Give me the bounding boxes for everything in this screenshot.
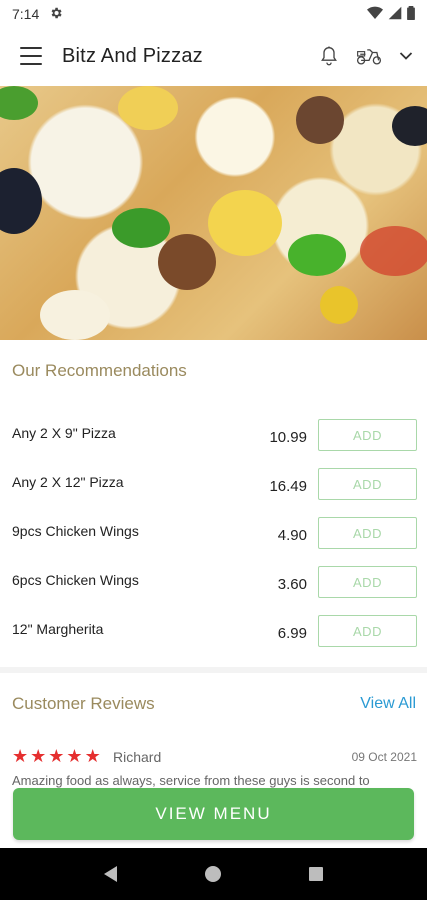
battery-icon: [407, 5, 415, 23]
star-icon: ★: [66, 746, 83, 766]
item-price: 10.99: [269, 429, 307, 446]
star-rating: ★ ★ ★ ★ ★: [12, 747, 101, 765]
item-price: 3.60: [277, 576, 307, 593]
add-button[interactable]: ADD: [318, 566, 417, 598]
section-divider: [0, 667, 427, 673]
add-button[interactable]: ADD: [318, 468, 417, 500]
view-all-link[interactable]: View All: [360, 695, 416, 713]
status-bar: 7:14: [0, 0, 427, 28]
back-icon[interactable]: [103, 865, 119, 883]
list-item: Any 2 X 9" Pizza 10.99 ADD: [0, 419, 427, 453]
home-icon[interactable]: [204, 865, 222, 883]
view-menu-button[interactable]: VIEW MENU: [13, 788, 414, 840]
reviews-title: Customer Reviews: [12, 694, 155, 713]
notification-bell-icon[interactable]: [319, 45, 339, 67]
delivery-scooter-icon[interactable]: [355, 46, 383, 66]
review-text: Amazing food as always, service from the…: [12, 773, 370, 788]
star-icon: ★: [12, 746, 29, 766]
add-button[interactable]: ADD: [318, 615, 417, 647]
list-item: 9pcs Chicken Wings 4.90 ADD: [0, 517, 427, 551]
hamburger-menu-icon[interactable]: [20, 47, 42, 65]
signal-icon: [388, 6, 402, 23]
recents-icon[interactable]: [308, 866, 324, 882]
item-name: Any 2 X 9" Pizza: [12, 425, 116, 441]
list-item: Any 2 X 12" Pizza 16.49 ADD: [0, 468, 427, 502]
reviewer-name: Richard: [113, 749, 162, 765]
star-icon: ★: [30, 746, 47, 766]
settings-icon: [49, 6, 63, 23]
app-bar: Bitz And Pizzaz: [0, 28, 427, 84]
recommendations-title: Our Recommendations: [12, 361, 187, 380]
list-item: 6pcs Chicken Wings 3.60 ADD: [0, 566, 427, 600]
pizza-hero-image: [0, 86, 427, 340]
item-name: 12" Margherita: [12, 621, 104, 637]
star-icon: ★: [84, 746, 101, 766]
item-price: 16.49: [269, 478, 307, 495]
list-item: 12" Margherita 6.99 ADD: [0, 615, 427, 649]
item-name: Any 2 X 12" Pizza: [12, 474, 124, 490]
item-price: 6.99: [277, 625, 307, 642]
chevron-down-icon[interactable]: [399, 51, 413, 61]
review-header: ★ ★ ★ ★ ★ Richard 09 Oct 2021: [12, 747, 417, 767]
review-date: 09 Oct 2021: [351, 750, 417, 764]
page-title: Bitz And Pizzaz: [62, 44, 203, 67]
star-icon: ★: [48, 746, 65, 766]
add-button[interactable]: ADD: [318, 517, 417, 549]
system-nav-bar: [0, 848, 427, 900]
status-time: 7:14: [12, 6, 40, 22]
item-name: 6pcs Chicken Wings: [12, 572, 139, 588]
add-button[interactable]: ADD: [318, 419, 417, 451]
wifi-icon: [367, 6, 383, 23]
item-price: 4.90: [277, 527, 307, 544]
item-name: 9pcs Chicken Wings: [12, 523, 139, 539]
